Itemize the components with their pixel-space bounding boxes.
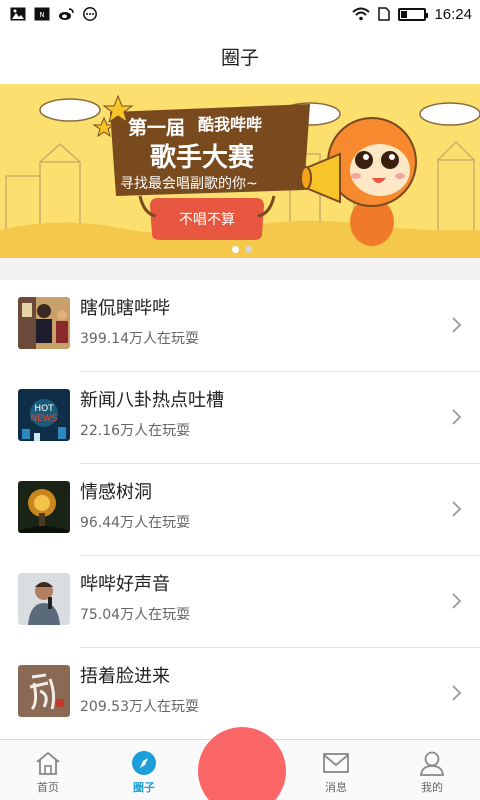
banner-line3: 歌手大赛 bbox=[150, 142, 255, 173]
item-title: 新闻八卦热点吐槽 bbox=[80, 390, 224, 411]
list-item[interactable]: 哔哔好声音 75.04万人在玩耍 bbox=[0, 556, 480, 648]
nav-messages-label: 消息 bbox=[325, 781, 347, 794]
status-left-icons: N bbox=[10, 7, 98, 21]
banner-line2: 酷我哔哔 bbox=[198, 115, 262, 134]
thumbnail-calligraphy bbox=[18, 665, 70, 717]
chevron-right-icon bbox=[452, 317, 462, 333]
list-item[interactable]: HOT NEWS 新闻八卦热点吐槽 22.16万人在玩耍 bbox=[0, 372, 480, 464]
list-item[interactable]: 瞎侃瞎哔哔 399.14万人在玩耍 bbox=[0, 280, 480, 372]
banner-pagination bbox=[232, 246, 252, 253]
item-subtitle: 75.04万人在玩耍 bbox=[80, 607, 191, 623]
weibo-icon bbox=[59, 8, 74, 20]
wifi-icon bbox=[352, 7, 371, 21]
item-subtitle: 96.44万人在玩耍 bbox=[80, 515, 191, 531]
thumbnail-people-collage bbox=[18, 297, 70, 349]
banner-dot-2[interactable] bbox=[245, 246, 252, 253]
banner-line1: 第一届 bbox=[128, 116, 185, 139]
nav-home-label: 首页 bbox=[37, 781, 59, 794]
chevron-right-icon bbox=[452, 685, 462, 701]
banner-illustration: 第一届 酷我哔哔 歌手大赛 寻找最会唱副歌的你~ 不唱不算 bbox=[0, 84, 480, 258]
nav-me[interactable]: 我的 bbox=[384, 740, 480, 800]
mail-icon bbox=[323, 753, 349, 773]
item-title: 捂着脸进来 bbox=[80, 666, 170, 687]
home-icon bbox=[36, 751, 60, 775]
nav-home[interactable]: 首页 bbox=[0, 740, 96, 800]
svg-text:N: N bbox=[39, 11, 44, 19]
sim-icon bbox=[378, 7, 391, 21]
news-icon: N bbox=[34, 7, 50, 21]
image-icon bbox=[10, 7, 26, 21]
promo-banner[interactable]: 第一届 酷我哔哔 歌手大赛 寻找最会唱副歌的你~ 不唱不算 bbox=[0, 84, 480, 258]
circle-list: 瞎侃瞎哔哔 399.14万人在玩耍 HOT NEWS 新闻八卦热点吐槽 22.16… bbox=[0, 280, 480, 740]
app-header: 圈子 bbox=[0, 28, 480, 84]
list-item[interactable]: 情感树洞 96.44万人在玩耍 bbox=[0, 464, 480, 556]
item-subtitle: 399.14万人在玩耍 bbox=[80, 331, 199, 347]
nav-me-label: 我的 bbox=[421, 781, 443, 794]
thumbnail-glowing-tree bbox=[18, 481, 70, 533]
nav-messages[interactable]: 消息 bbox=[288, 740, 384, 800]
compass-icon bbox=[132, 751, 156, 775]
svg-text:NEWS: NEWS bbox=[30, 414, 57, 424]
item-title: 哔哔好声音 bbox=[80, 574, 170, 595]
svg-text:HOT: HOT bbox=[34, 404, 54, 414]
banner-subtitle: 寻找最会唱副歌的你~ bbox=[120, 176, 258, 192]
status-right-icons: 16:24 bbox=[352, 6, 472, 23]
item-subtitle: 22.16万人在玩耍 bbox=[80, 423, 191, 439]
thumbnail-singer bbox=[18, 573, 70, 625]
battery-icon bbox=[398, 7, 429, 21]
nav-circle[interactable]: 圈子 bbox=[96, 740, 192, 800]
page-title: 圈子 bbox=[220, 46, 259, 69]
status-bar: N 16:24 bbox=[0, 0, 480, 28]
chevron-right-icon bbox=[452, 593, 462, 609]
thumbnail-hot-news: HOT NEWS bbox=[18, 389, 70, 441]
nav-circle-label: 圈子 bbox=[133, 781, 155, 794]
chevron-right-icon bbox=[452, 501, 462, 517]
person-icon bbox=[419, 751, 445, 776]
more-dots-icon bbox=[83, 7, 97, 21]
item-title: 瞎侃瞎哔哔 bbox=[80, 298, 170, 319]
item-subtitle: 209.53万人在玩耍 bbox=[80, 699, 199, 715]
chevron-right-icon bbox=[452, 409, 462, 425]
banner-dot-1[interactable] bbox=[232, 246, 239, 253]
status-time: 16:24 bbox=[434, 5, 472, 23]
banner-button-label: 不唱不算 bbox=[179, 212, 235, 228]
item-title: 情感树洞 bbox=[80, 482, 152, 503]
section-separator bbox=[0, 258, 480, 280]
